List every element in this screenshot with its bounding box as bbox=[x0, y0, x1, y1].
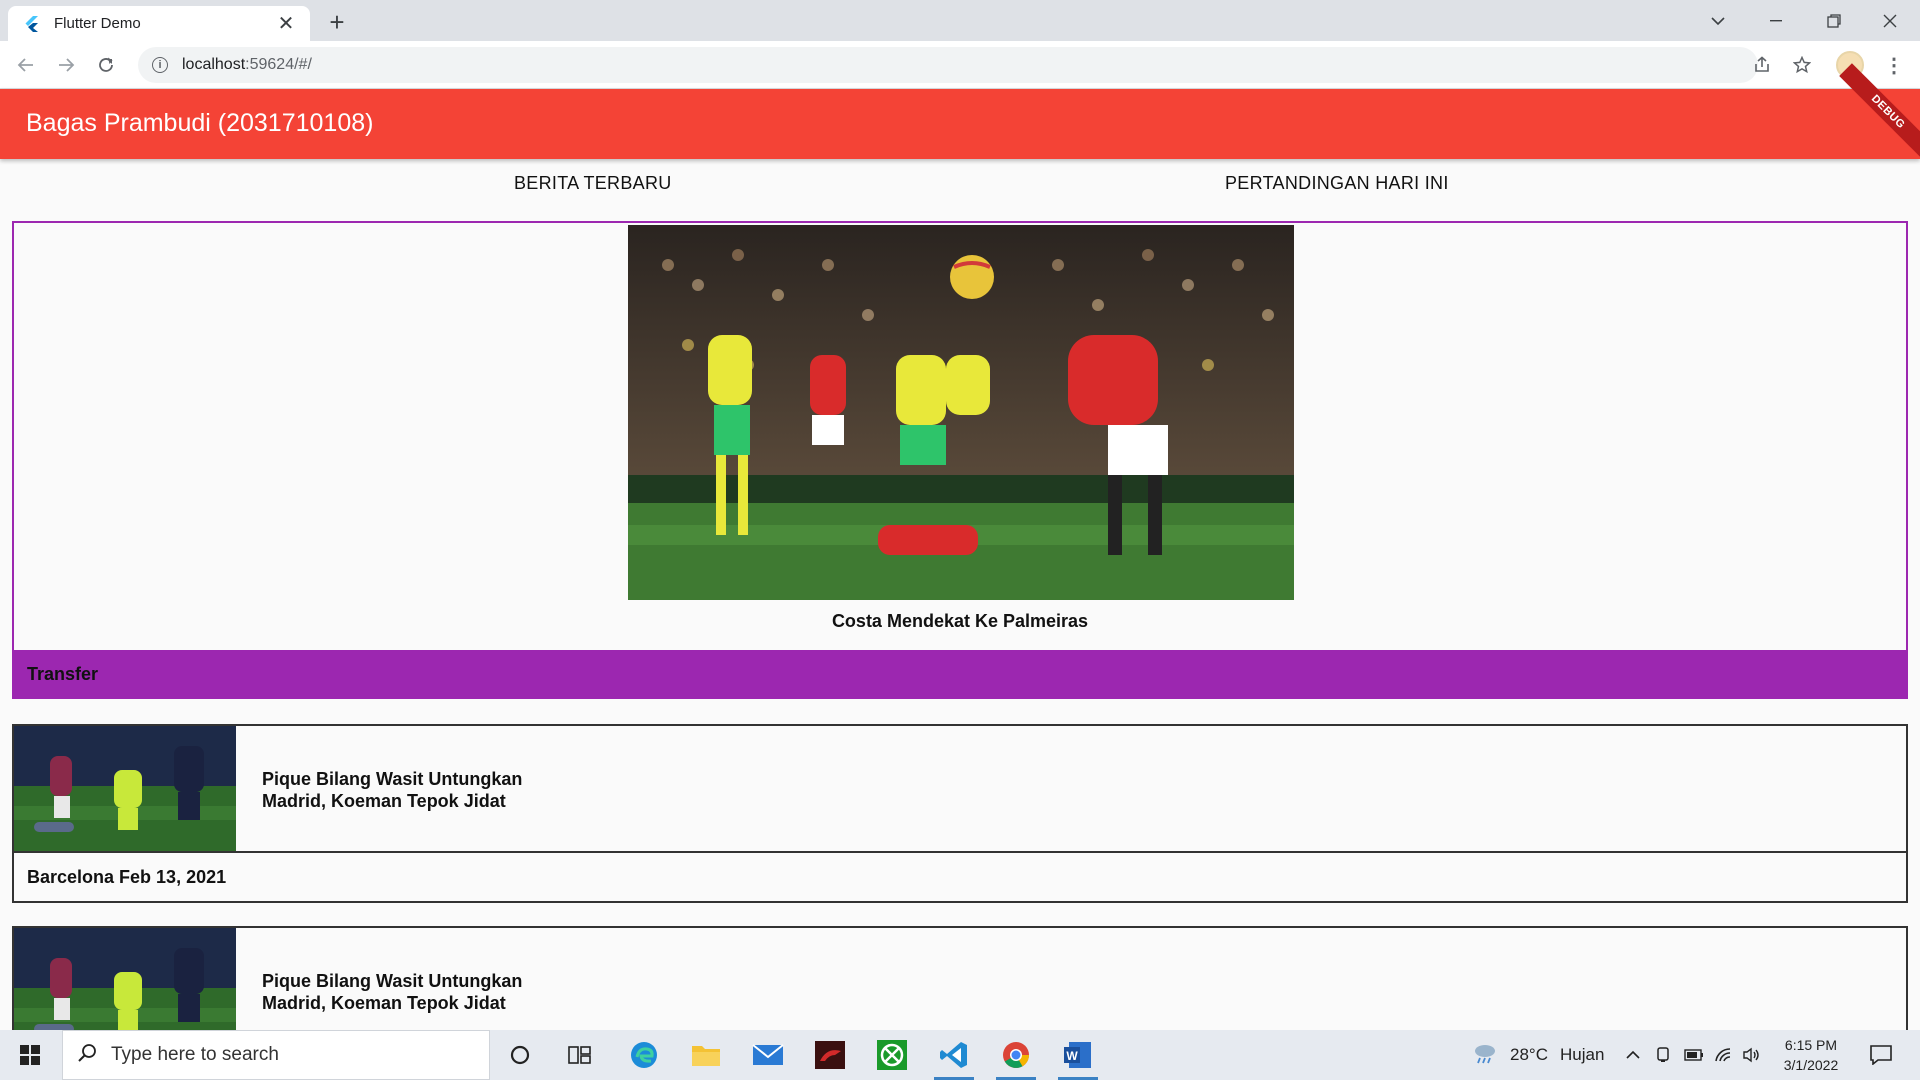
wifi-icon[interactable] bbox=[1714, 1030, 1734, 1080]
weather-rain-icon bbox=[1472, 1042, 1498, 1069]
tab-berita-terbaru[interactable]: BERITA TERBARU bbox=[514, 173, 672, 194]
device-icon[interactable] bbox=[1656, 1030, 1670, 1080]
battery-icon[interactable] bbox=[1684, 1030, 1704, 1080]
forward-icon[interactable] bbox=[50, 49, 82, 81]
chrome-icon[interactable] bbox=[990, 1035, 1042, 1080]
browser-tab-strip: Flutter Demo ✕ + bbox=[0, 0, 1920, 41]
app-icon-red[interactable] bbox=[804, 1035, 856, 1075]
tab-search-icon[interactable] bbox=[1690, 0, 1746, 41]
taskbar-search-input[interactable]: Type here to search bbox=[62, 1030, 490, 1080]
volume-icon[interactable] bbox=[1742, 1030, 1762, 1080]
browser-toolbar: i localhost:59624/#/ ⋮ bbox=[0, 41, 1920, 89]
news-title: Pique Bilang Wasit Untungkan Madrid, Koe… bbox=[262, 971, 523, 1013]
page-title: Bagas Prambudi (2031710108) bbox=[26, 109, 374, 137]
tab-pertandingan-hari-ini[interactable]: PERTANDINGAN HARI INI bbox=[1225, 173, 1449, 194]
notification-icon[interactable] bbox=[1866, 1040, 1896, 1070]
weather-widget[interactable]: 28°C Hujan bbox=[1472, 1030, 1604, 1080]
featured-news-title: Costa Mendekat Ke Palmeiras bbox=[831, 611, 1089, 631]
url-text: localhost:59624/#/ bbox=[182, 56, 312, 74]
tab-title: Flutter Demo bbox=[54, 15, 141, 32]
tab-bar: BERITA TERBARU PERTANDINGAN HARI INI bbox=[0, 159, 1920, 209]
news-thumbnail bbox=[14, 726, 236, 851]
close-tab-icon[interactable]: ✕ bbox=[276, 14, 296, 34]
clock-time: 6:15 PM bbox=[1784, 1037, 1838, 1053]
windows-taskbar: Type here to search W 28°C Hujan 6:15 PM… bbox=[0, 1030, 1920, 1080]
app-bar: Bagas Prambudi (2031710108) DEBUG bbox=[0, 63, 1920, 161]
svg-text:W: W bbox=[1066, 1049, 1078, 1063]
search-placeholder: Type here to search bbox=[111, 1044, 279, 1065]
news-meta-text: Barcelona Feb 13, 2021 bbox=[27, 867, 227, 887]
news-card-header: Pique Bilang Wasit Untungkan Madrid, Koe… bbox=[14, 726, 1906, 853]
task-view-icon[interactable] bbox=[554, 1035, 606, 1075]
share-icon[interactable] bbox=[1746, 47, 1778, 83]
flutter-icon bbox=[24, 15, 40, 32]
clock-date: 3/1/2022 bbox=[1783, 1057, 1839, 1073]
cortana-icon[interactable] bbox=[494, 1035, 546, 1075]
reload-icon[interactable] bbox=[90, 49, 122, 81]
new-tab-button[interactable]: + bbox=[322, 8, 352, 38]
url-path: :59624/#/ bbox=[245, 56, 312, 73]
file-explorer-icon[interactable] bbox=[680, 1035, 732, 1075]
bookmark-star-icon[interactable] bbox=[1786, 47, 1818, 83]
news-card[interactable]: Pique Bilang Wasit Untungkan Madrid, Koe… bbox=[12, 724, 1908, 903]
site-info-icon[interactable]: i bbox=[152, 57, 168, 73]
system-clock[interactable]: 6:15 PM 3/1/2022 bbox=[1766, 1035, 1856, 1075]
edge-icon[interactable] bbox=[618, 1035, 670, 1075]
weather-desc: Hujan bbox=[1559, 1045, 1605, 1064]
word-icon[interactable]: W bbox=[1052, 1035, 1104, 1080]
windows-start-icon[interactable] bbox=[0, 1030, 60, 1080]
category-label: Transfer bbox=[27, 664, 99, 684]
vscode-icon[interactable] bbox=[928, 1035, 980, 1080]
address-bar[interactable]: i localhost:59624/#/ bbox=[138, 47, 1811, 83]
minimize-icon[interactable] bbox=[1748, 0, 1804, 41]
news-title: Pique Bilang Wasit Untungkan Madrid, Koe… bbox=[262, 769, 523, 811]
close-window-icon[interactable] bbox=[1862, 0, 1918, 41]
mail-icon[interactable] bbox=[742, 1035, 794, 1075]
url-host: localhost bbox=[182, 56, 246, 73]
search-icon bbox=[77, 1043, 97, 1068]
tray-chevron-icon[interactable] bbox=[1626, 1030, 1640, 1080]
browser-tab[interactable]: Flutter Demo ✕ bbox=[8, 6, 310, 41]
news-meta: Barcelona Feb 13, 2021 bbox=[14, 853, 1906, 901]
back-icon[interactable] bbox=[10, 49, 42, 81]
featured-news-image bbox=[628, 225, 1294, 600]
browser-menu-icon[interactable]: ⋮ bbox=[1880, 49, 1908, 81]
weather-temp: 28°C bbox=[1510, 1045, 1548, 1064]
xbox-icon[interactable] bbox=[866, 1035, 918, 1075]
category-bar: Transfer bbox=[14, 650, 1906, 699]
restore-icon[interactable] bbox=[1806, 0, 1862, 41]
featured-news-card[interactable]: Costa Mendekat Ke Palmeiras Transfer bbox=[12, 221, 1908, 699]
